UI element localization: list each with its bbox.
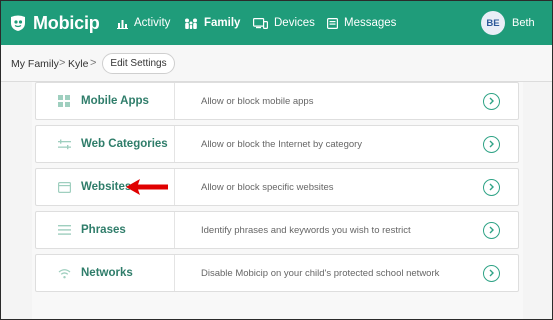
setting-row-mobile-apps[interactable]: Mobile Apps Allow or block mobile apps [35,82,519,120]
row-left: Phrases [36,212,175,248]
setting-title: Web Categories [81,138,168,150]
nav-devices-label: Devices [274,17,315,29]
breadcrumb-kyle[interactable]: Kyle [68,58,88,70]
setting-description: Allow or block specific websites [201,181,334,193]
nav-activity[interactable]: Activity [117,14,170,32]
breadcrumb-separator: > [90,57,97,69]
setting-title: Phrases [81,224,126,236]
family-icon [185,18,197,29]
setting-description: Allow or block the Internet by category [201,138,363,150]
user-avatar[interactable]: BE [481,11,505,35]
chevron-right-icon[interactable] [483,135,500,153]
brand[interactable]: Mobicip [9,10,100,36]
bar-chart-icon [117,19,128,29]
row-left: Web Categories [36,126,175,162]
row-left: Mobile Apps [36,83,175,119]
setting-row-phrases[interactable]: Phrases Identify phrases and keywords yo… [35,211,519,249]
categories-icon [57,137,71,151]
setting-row-networks[interactable]: Networks Disable Mobicip on your child's… [35,254,519,292]
lines-icon [57,223,71,237]
annotation-arrow-icon [126,179,168,195]
setting-row-websites[interactable]: Websites Allow or block specific website… [35,168,519,206]
chevron-right-icon[interactable] [483,221,500,239]
nav-activity-label: Activity [134,17,171,29]
mobicip-logo-icon [11,15,25,31]
app-window: Mobicip Activity Family Devices Messages… [0,0,553,320]
setting-description: Identify phrases and keywords you wish t… [201,224,411,236]
setting-title: Mobile Apps [81,95,149,107]
browser-window-icon [57,180,71,194]
chevron-right-icon[interactable] [483,264,500,282]
settings-panel: Mobile Apps Allow or block mobile apps W… [32,82,523,319]
brand-name: Mobicip [33,12,100,33]
nav-devices[interactable]: Devices [253,14,315,32]
chevron-right-icon[interactable] [483,178,500,196]
nav-family-label: Family [204,17,241,29]
settings-content: Mobile Apps Allow or block mobile apps W… [1,82,552,319]
devices-icon [253,17,268,29]
breadcrumb: My Family > Kyle > Edit Settings [1,45,552,82]
nav-messages[interactable]: Messages [327,14,396,32]
chevron-right-icon[interactable] [483,92,500,110]
nav-messages-label: Messages [344,17,397,29]
setting-description: Allow or block mobile apps [201,95,314,107]
user-name[interactable]: Beth [512,17,535,29]
edit-settings-button[interactable]: Edit Settings [102,53,175,74]
row-left: Networks [36,255,175,291]
setting-title: Websites [81,181,132,193]
setting-description: Disable Mobicip on your child's protecte… [201,267,440,279]
grid-icon [57,94,71,108]
nav-family[interactable]: Family [184,14,240,32]
setting-title: Networks [81,267,133,279]
wifi-icon [57,266,71,280]
breadcrumb-separator: > [59,57,66,69]
breadcrumb-my-family[interactable]: My Family [11,58,59,70]
messages-icon [327,17,338,29]
top-nav: Mobicip Activity Family Devices Messages… [1,1,552,45]
setting-row-web-categories[interactable]: Web Categories Allow or block the Intern… [35,125,519,163]
